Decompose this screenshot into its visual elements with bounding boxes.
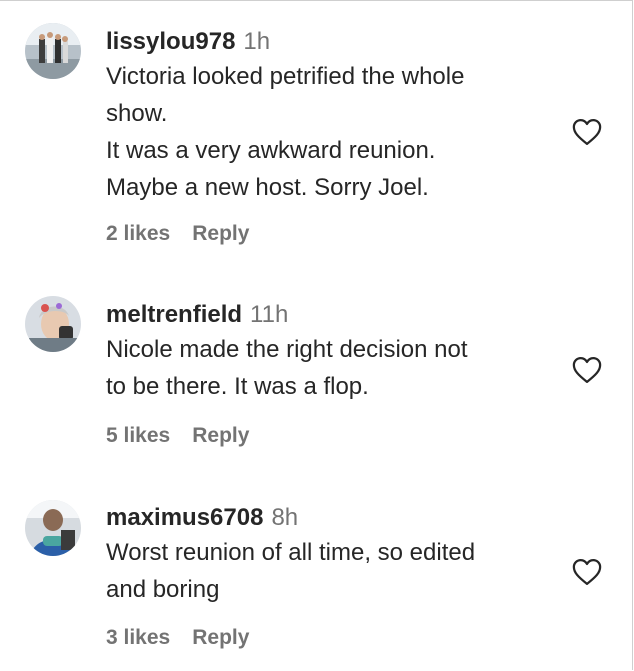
heart-outline-icon[interactable] xyxy=(572,558,602,586)
comment-username[interactable]: maximus6708 xyxy=(106,504,263,531)
heart-outline-icon[interactable] xyxy=(572,118,602,146)
comment-text: Nicole made the right decision not to be… xyxy=(106,331,566,405)
comment-username[interactable]: meltrenfield xyxy=(106,301,242,328)
comment-text-line: It was a very awkward reunion. xyxy=(106,137,436,164)
reply-button[interactable]: Reply xyxy=(192,222,249,245)
comment-text: Worst reunion of all time, so edited and… xyxy=(106,534,566,608)
comment-text-line: Nicole made the right decision not xyxy=(106,336,468,363)
avatar[interactable] xyxy=(25,23,81,79)
comment-text-line: Victoria looked petrified the whole xyxy=(106,63,465,90)
heart-outline-icon[interactable] xyxy=(572,356,602,384)
likes-count[interactable]: 5 likes xyxy=(106,424,170,447)
comment-text-line: Worst reunion of all time, so edited xyxy=(106,539,476,566)
avatar[interactable] xyxy=(25,500,81,556)
comment-text: Victoria looked petrified the whole show… xyxy=(106,58,566,206)
comment-text-line: show. xyxy=(106,100,168,127)
comment-text-line: and boring xyxy=(106,576,220,603)
comment-time: 8h xyxy=(271,504,299,531)
comment-time: 11h xyxy=(250,301,289,328)
likes-count[interactable]: 3 likes xyxy=(106,626,170,649)
comment-text-line: Maybe a new host. Sorry Joel. xyxy=(106,174,429,201)
comment-text-line: to be there. It was a flop. xyxy=(106,373,369,400)
comment-username[interactable]: lissylou978 xyxy=(106,28,235,55)
avatar[interactable] xyxy=(25,296,81,352)
likes-count[interactable]: 2 likes xyxy=(106,222,170,245)
reply-button[interactable]: Reply xyxy=(192,424,249,447)
reply-button[interactable]: Reply xyxy=(192,626,249,649)
comment-time: 1h xyxy=(243,28,271,55)
